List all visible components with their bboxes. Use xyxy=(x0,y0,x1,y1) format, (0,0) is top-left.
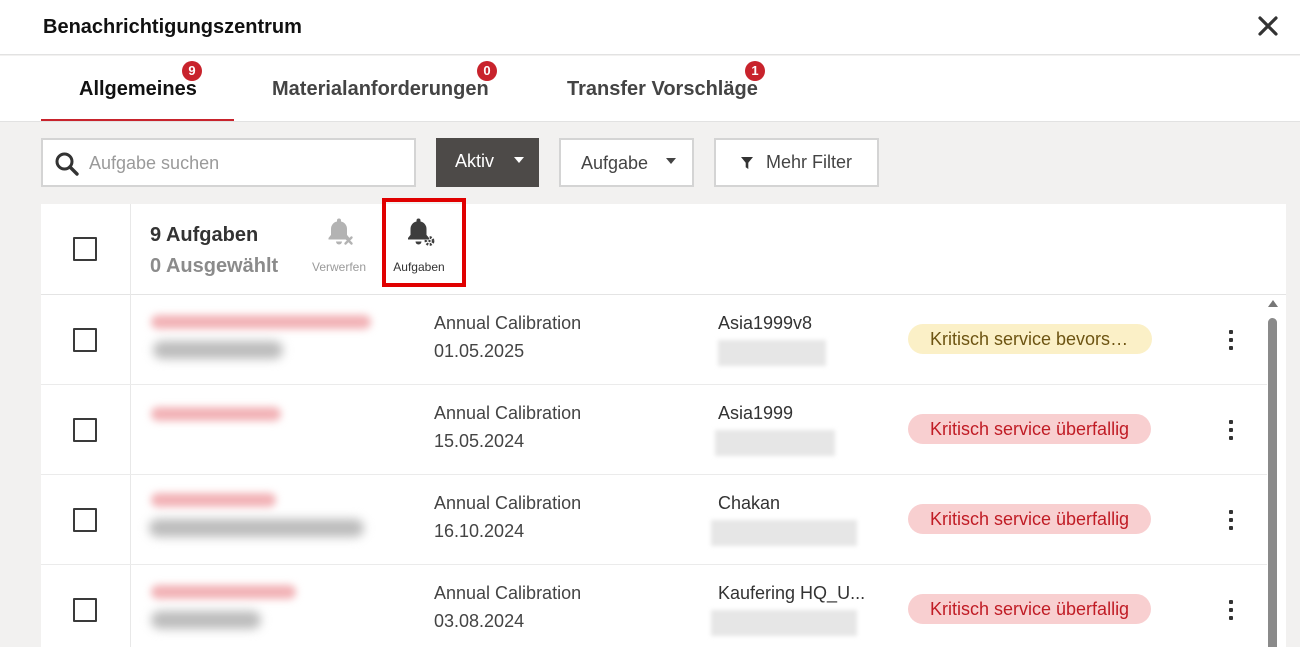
bell-settings-icon xyxy=(408,218,435,246)
table-row[interactable]: Annual Calibration 01.05.2025 Asia1999v8… xyxy=(41,295,1267,385)
list-header: 9 Aufgaben 0 Ausgewählt Verwerfen Aufgab… xyxy=(41,198,1286,295)
task-due-date: 16.10.2024 xyxy=(434,521,525,541)
redacted-location-detail xyxy=(711,610,857,636)
redacted-asset-name xyxy=(151,493,276,507)
row-checkbox[interactable] xyxy=(73,418,97,442)
more-options-icon[interactable] xyxy=(1221,597,1241,623)
search-box xyxy=(41,138,416,187)
task-list-panel: 9 Aufgaben 0 Ausgewählt Verwerfen Aufgab… xyxy=(41,198,1286,647)
tab-badge: 1 xyxy=(745,61,765,81)
filter-icon xyxy=(741,157,753,169)
status-badge: Kritisch service bevorst… xyxy=(908,324,1152,354)
type-filter-label: Aufgabe xyxy=(581,153,649,173)
tab-label: Transfer Vorschläge xyxy=(567,78,758,100)
task-location: Asia1999v8 xyxy=(718,313,813,333)
tab-transfer-vorschlaege[interactable]: Transfer Vorschläge 1 xyxy=(567,56,787,122)
tab-label: Materialanforderungen xyxy=(272,78,489,100)
row-checkbox[interactable] xyxy=(73,598,97,622)
more-filters-label: Mehr Filter xyxy=(766,152,853,172)
dialog-header: Benachrichtigungszentrum xyxy=(0,0,1300,55)
dismiss-button[interactable]: Verwerfen xyxy=(304,218,374,278)
task-count: 9 Aufgaben xyxy=(150,224,259,246)
tab-label: Allgemeines xyxy=(79,78,197,100)
vertical-scrollbar[interactable] xyxy=(1266,298,1280,647)
redacted-location-detail xyxy=(718,340,826,366)
task-name: Annual Calibration xyxy=(434,313,582,333)
bell-dismiss-icon xyxy=(328,218,353,245)
select-all-checkbox[interactable] xyxy=(73,237,97,261)
redacted-location-detail xyxy=(715,430,835,456)
row-checkbox[interactable] xyxy=(73,508,97,532)
redacted-asset-name xyxy=(151,315,371,329)
dialog-title: Benachrichtigungszentrum xyxy=(43,16,302,38)
table-row[interactable]: Annual Calibration 15.05.2024 Asia1999 K… xyxy=(41,385,1267,475)
task-name: Annual Calibration xyxy=(434,403,582,423)
redacted-asset-id xyxy=(153,341,283,359)
selected-count: 0 Ausgewählt xyxy=(150,255,279,277)
chevron-down-icon xyxy=(514,157,524,163)
task-location: Chakan xyxy=(718,493,781,513)
tab-allgemeines[interactable]: Allgemeines 9 xyxy=(79,56,239,122)
status-badge: Kritisch service überfallig xyxy=(908,594,1152,624)
tab-bar: Allgemeines 9 Materialanforderungen 0 Tr… xyxy=(0,56,1300,122)
status-badge: Kritisch service überfallig xyxy=(908,414,1152,444)
type-filter-dropdown[interactable]: Aufgabe xyxy=(559,138,694,187)
redacted-asset-id xyxy=(149,519,364,537)
status-filter-label: Aktiv xyxy=(455,151,495,171)
tab-materialanforderungen[interactable]: Materialanforderungen 0 xyxy=(272,56,507,122)
redacted-asset-id xyxy=(151,611,261,629)
redacted-asset-name xyxy=(151,585,296,599)
task-due-date: 15.05.2024 xyxy=(434,431,525,451)
task-location: Kaufering HQ_U... xyxy=(718,583,866,603)
search-icon xyxy=(55,152,79,176)
task-due-date: 03.08.2024 xyxy=(434,611,525,631)
redacted-location-detail xyxy=(711,520,857,546)
more-options-icon[interactable] xyxy=(1221,417,1241,443)
task-name: Annual Calibration xyxy=(434,493,582,513)
more-options-icon[interactable] xyxy=(1221,507,1241,533)
tab-badge: 9 xyxy=(182,61,202,81)
tasks-settings-button[interactable]: Aufgaben xyxy=(384,218,454,278)
status-badge: Kritisch service überfallig xyxy=(908,504,1152,534)
scrollbar-thumb[interactable] xyxy=(1268,318,1277,647)
more-options-icon[interactable] xyxy=(1221,327,1241,353)
active-tab-indicator xyxy=(41,119,234,121)
more-filters-button[interactable]: Mehr Filter xyxy=(714,138,879,187)
scroll-up-arrow-icon[interactable] xyxy=(1268,300,1278,307)
status-filter-dropdown[interactable]: Aktiv xyxy=(436,138,539,187)
table-row[interactable]: Annual Calibration 03.08.2024 Kaufering … xyxy=(41,565,1267,647)
close-icon[interactable] xyxy=(1256,14,1280,38)
task-due-date: 01.05.2025 xyxy=(434,341,525,361)
task-location: Asia1999 xyxy=(718,403,794,423)
redacted-asset-name xyxy=(151,407,281,421)
chevron-down-icon xyxy=(666,158,676,164)
table-row[interactable]: Annual Calibration 16.10.2024 Chakan Kri… xyxy=(41,475,1267,565)
row-checkbox[interactable] xyxy=(73,328,97,352)
task-name: Annual Calibration xyxy=(434,583,582,603)
dismiss-label: Verwerfen xyxy=(311,260,367,274)
tasks-label: Aufgaben xyxy=(393,260,445,274)
search-input[interactable] xyxy=(89,150,399,176)
tab-badge: 0 xyxy=(477,61,497,81)
